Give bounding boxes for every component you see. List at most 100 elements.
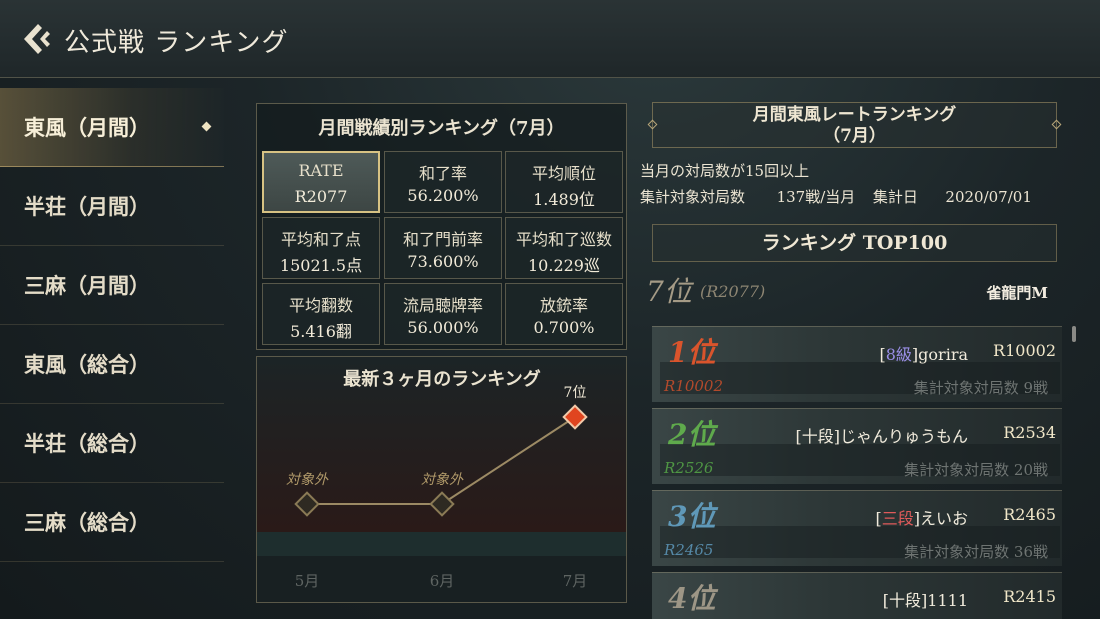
player-name: [十段]じゃんりゅうもん	[795, 427, 968, 446]
player-dan: 8級	[885, 345, 912, 364]
games-count: 集計対象対局数 9戦	[913, 379, 1048, 397]
stat-label: 平均翻数	[288, 296, 353, 315]
stat-cell-average-win-turn[interactable]: 平均和了巡数 10.229巡	[505, 217, 623, 279]
data-label: 対象外	[421, 472, 464, 488]
sidebar-item-label: 東風（月間）	[24, 115, 150, 140]
player-dan: 十段	[889, 591, 922, 610]
stat-value: 15021.5点	[279, 256, 363, 275]
x-tick-label: 6月	[430, 572, 455, 590]
stat-label: 放銃率	[539, 296, 588, 315]
stat-value: 1.489位	[533, 190, 595, 209]
sidebar-item-sanma-monthly[interactable]: 三麻（月間）	[0, 246, 224, 325]
player-rate: R2465	[1003, 505, 1056, 524]
my-rank-row: 7位 (R2077) 雀龍門M	[646, 270, 1066, 312]
player-name: [8級]gorira	[879, 345, 968, 364]
recent-ranking-chart-panel: 最新３ヶ月のランキング 対象外 5月 対象外 6月 7位 7月	[256, 356, 627, 603]
x-tick-label: 7月	[563, 572, 588, 590]
rank-place: 4位	[668, 582, 716, 615]
stat-cell-average-rank[interactable]: 平均順位 1.489位	[505, 151, 623, 213]
sidebar-item-label: 半荘（月間）	[24, 194, 150, 219]
player-name-text: 1111	[927, 591, 968, 610]
ranking-card[interactable]: 3位 [三段]えいお R2465 R2465 集計対象対局数 36戦	[652, 490, 1062, 566]
ranking-list[interactable]: 1位 [8級]gorira R10002 R10002 集計対象対局数 9戦 2…	[652, 320, 1062, 619]
sidebar-item-tonpu-overall[interactable]: 東風（総合）	[0, 325, 224, 404]
monthly-stats-panel: 月間戦績別ランキング（7月） RATE R2077 和了率 56.200% 平均…	[256, 103, 627, 350]
ranking-card[interactable]: 2位 [十段]じゃんりゅうもん R2534 R2526 集計対象対局数 20戦	[652, 408, 1062, 484]
monthly-rate-ranking-header: 月間東風レートランキング （7月）	[647, 102, 1062, 148]
stat-label: 和了門前率	[402, 230, 483, 249]
rank-place: 1位	[668, 336, 716, 369]
stat-cell-win-rate[interactable]: 和了率 56.200%	[384, 151, 502, 213]
player-name-text: えいお	[919, 509, 968, 528]
stat-value: 56.200%	[407, 186, 479, 205]
games-count: 集計対象対局数 20戦	[904, 461, 1048, 479]
back-arrow-icon	[24, 24, 50, 54]
stat-cell-average-han[interactable]: 平均翻数 5.416翻	[262, 283, 380, 345]
stat-cell-average-win-points[interactable]: 平均和了点 15021.5点	[262, 217, 380, 279]
stat-label: 和了率	[418, 164, 467, 183]
stat-cell-closed-hand-rate[interactable]: 和了門前率 73.600%	[384, 217, 502, 279]
ranking-condition: 当月の対局数が15回以上	[640, 162, 810, 180]
ranking-summary: 集計対象対局数 137戦/当月 集計日 2020/07/01	[640, 186, 1032, 207]
stat-cell-draw-tenpai-rate[interactable]: 流局聴牌率 56.000%	[384, 283, 502, 345]
stat-value: 5.416翻	[290, 322, 352, 341]
player-dan: 十段	[801, 427, 834, 446]
sidebar-item-sanma-overall[interactable]: 三麻（総合）	[0, 483, 224, 562]
stat-cell-rate[interactable]: RATE R2077	[262, 151, 380, 213]
player-rate: R10002	[993, 341, 1056, 360]
x-tick-label: 5月	[295, 572, 320, 590]
stat-label: RATE	[298, 161, 344, 180]
sidebar: 東風（月間） 半荘（月間） 三麻（月間） 東風（総合） 半荘（総合） 三麻（総合…	[0, 88, 224, 568]
sidebar-item-label: 三麻（月間）	[24, 273, 150, 298]
stat-value: 10.229巡	[528, 256, 600, 275]
player-rate: R2415	[1003, 587, 1056, 606]
stats-panel-title: 月間戦績別ランキング（7月）	[318, 118, 565, 139]
my-player-name: 雀龍門M	[986, 284, 1048, 302]
stat-label: 平均和了巡数	[515, 230, 612, 249]
chart-title: 最新３ヶ月のランキング	[343, 368, 540, 390]
player-name: [三段]えいお	[875, 509, 968, 528]
stat-value: R2077	[294, 187, 348, 206]
rank-place: 3位	[668, 500, 716, 533]
top100-header: ランキング TOP100	[652, 224, 1057, 262]
player-rate: R2534	[1003, 423, 1056, 442]
sub-rate: R10002	[664, 377, 724, 395]
active-indicator-icon	[201, 121, 212, 132]
games-count-value: 137戦/当月	[776, 188, 856, 206]
my-rank-rate: (R2077)	[700, 282, 766, 301]
tally-date: 2020/07/01	[945, 188, 1032, 206]
top-bar: 公式戦 ランキング	[0, 0, 1100, 78]
stat-cell-deal-in-rate[interactable]: 放銃率 0.700%	[505, 283, 623, 345]
back-button[interactable]	[20, 22, 52, 56]
games-count-label: 集計対象対局数	[640, 188, 746, 206]
sub-rate: R2526	[664, 459, 714, 477]
stat-value: 56.000%	[407, 318, 479, 337]
ranking-header-line1: 月間東風レートランキング	[752, 105, 957, 125]
player-name-text: gorira	[918, 345, 968, 364]
sidebar-item-hanchan-overall[interactable]: 半荘（総合）	[0, 404, 224, 483]
data-label: 対象外	[286, 472, 329, 488]
games-count: 集計対象対局数 36戦	[904, 543, 1048, 561]
my-rank-place: 7位	[646, 275, 692, 308]
player-name: [十段]1111	[882, 591, 968, 610]
stat-label: 流局聴牌率	[402, 296, 483, 315]
sidebar-item-label: 三麻（総合）	[24, 510, 150, 535]
sidebar-item-tonpu-monthly[interactable]: 東風（月間）	[0, 88, 224, 167]
page-title: 公式戦 ランキング	[64, 28, 289, 58]
player-name-text: じゃんりゅうもん	[839, 427, 968, 446]
recent-ranking-chart: 最新３ヶ月のランキング 対象外 5月 対象外 6月 7位 7月	[257, 357, 626, 602]
sidebar-item-label: 東風（総合）	[24, 352, 150, 377]
sidebar-item-hanchan-monthly[interactable]: 半荘（月間）	[0, 167, 224, 246]
stat-label: 平均和了点	[280, 230, 361, 249]
stat-value: 73.600%	[407, 252, 479, 271]
data-label: 7位	[564, 385, 587, 401]
ranking-scrollbar[interactable]	[1072, 326, 1076, 342]
stat-value: 0.700%	[533, 318, 595, 337]
ranking-card[interactable]: 4位 [十段]1111 R2415	[652, 572, 1062, 619]
ranking-header-line2: （7月）	[823, 126, 886, 146]
ranking-card[interactable]: 1位 [8級]gorira R10002 R10002 集計対象対局数 9戦	[652, 326, 1062, 402]
tally-date-label: 集計日	[872, 188, 918, 206]
stat-label: 平均順位	[531, 164, 596, 183]
sidebar-item-label: 半荘（総合）	[24, 431, 150, 456]
rank-place: 2位	[668, 418, 716, 451]
